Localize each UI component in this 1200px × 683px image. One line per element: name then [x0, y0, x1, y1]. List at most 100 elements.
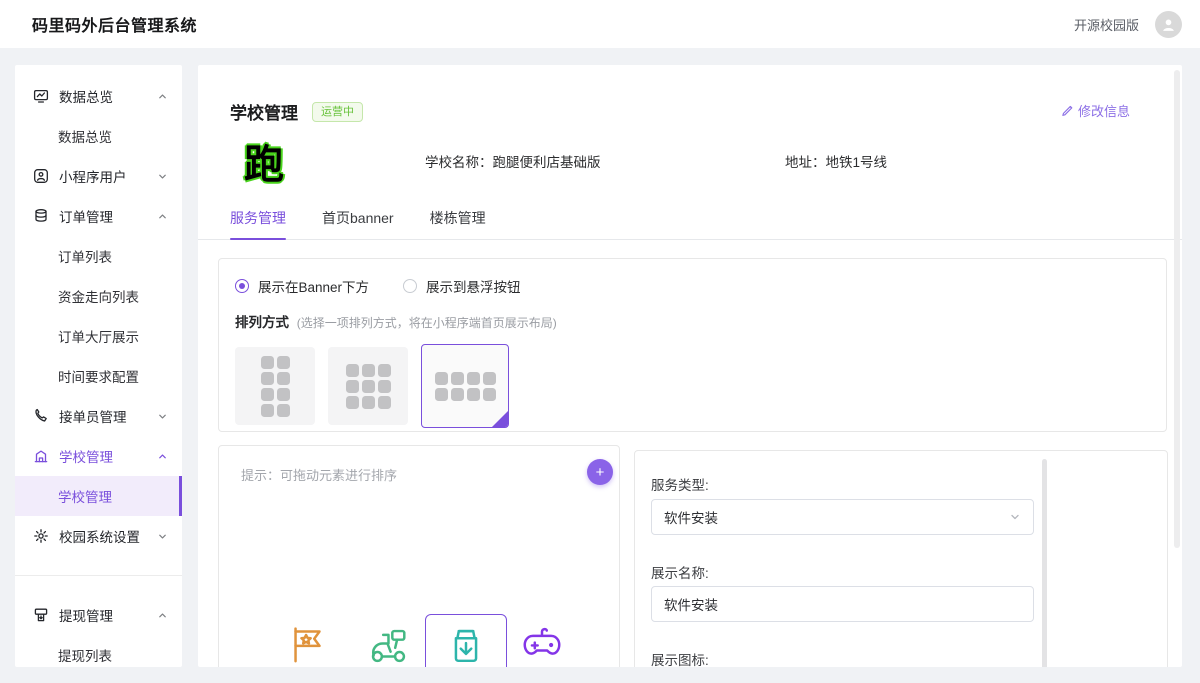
avatar[interactable] [1155, 11, 1182, 38]
grid-cell [277, 388, 290, 401]
grid-cell [261, 356, 274, 369]
layout-grid-preview [346, 364, 391, 409]
miniprogram-user-icon [33, 168, 49, 184]
sidebar-item-2[interactable]: 订单管理 [15, 196, 182, 236]
chevron-down-icon [157, 171, 168, 182]
grid-cell [483, 372, 496, 385]
sidebar-item-label: 提现管理 [59, 605, 157, 625]
sidebar-item-4[interactable]: 学校管理 [15, 436, 182, 476]
chevron-up-icon [157, 610, 168, 621]
sidebar-item-0[interactable]: 数据总览 [15, 76, 182, 116]
layout-option-2x4[interactable] [235, 347, 315, 425]
user-icon [1160, 16, 1177, 33]
radio-option-1[interactable]: 展示到悬浮按钮 [403, 276, 521, 296]
service-icon-selected-box[interactable] [425, 614, 507, 667]
display-name-input[interactable]: 软件安装 [651, 586, 1034, 622]
chevron-down-icon [157, 531, 168, 542]
layout-grid-preview [261, 356, 290, 417]
grid-cell [378, 396, 391, 409]
chevron-down-icon [1009, 511, 1021, 523]
sidebar-item-label: 数据总览 [59, 86, 157, 106]
withdraw-icon [33, 607, 49, 623]
edit-icon [1061, 104, 1074, 117]
display-name-label: 展示名称: [651, 562, 709, 582]
sidebar-item-7[interactable]: 提现管理 [15, 595, 182, 635]
grid-cell [467, 372, 480, 385]
app-title: 码里码外后台管理系统 [32, 12, 197, 36]
grid-cell [378, 380, 391, 393]
radio-dot [403, 279, 417, 293]
sidebar-item-1[interactable]: 小程序用户 [15, 156, 182, 196]
card-scrollbar[interactable] [1174, 70, 1180, 548]
scooter-icon[interactable] [365, 621, 411, 667]
display-option-box: 展示在Banner下方 展示到悬浮按钮 排列方式 (选择一项排列方式，将在小程序端… [218, 258, 1167, 432]
sidebar-item-5[interactable]: 校园系统设置 [15, 516, 182, 556]
chevron-up-icon [157, 91, 168, 102]
grid-cell [277, 356, 290, 369]
sort-panel: 提示：可拖动元素进行排序 + [218, 445, 620, 667]
status-badge: 运营中 [312, 102, 363, 122]
layout-option-4x2[interactable] [421, 344, 509, 428]
sidebar-subitem[interactable]: 数据总览 [15, 116, 182, 156]
form-scrollbar[interactable] [1042, 459, 1047, 667]
radio-label: 展示到悬浮按钮 [426, 276, 521, 296]
page-title: 学校管理 [230, 99, 298, 124]
sidebar-item-3[interactable]: 接单员管理 [15, 396, 182, 436]
order-icon [33, 208, 49, 224]
grid-cell [435, 388, 448, 401]
add-service-button[interactable]: + [587, 459, 613, 485]
grid-cell [362, 380, 375, 393]
tab-0[interactable]: 服务管理 [230, 208, 286, 239]
tab-bar: 服务管理 首页banner 楼栋管理 [198, 208, 1182, 240]
grid-cell [362, 396, 375, 409]
grid-cell [483, 388, 496, 401]
service-type-select[interactable]: 软件安装 [651, 499, 1034, 535]
school-logo: 跑 [240, 137, 288, 185]
arrange-hint: (选择一项排列方式，将在小程序端首页展示布局) [297, 316, 557, 330]
settings-icon [33, 528, 49, 544]
install-icon [443, 622, 489, 667]
sidebar-subitem[interactable]: 提现列表 [15, 635, 182, 667]
radio-dot [235, 279, 249, 293]
grid-cell [467, 388, 480, 401]
grid-cell [346, 364, 359, 377]
courier-icon [33, 408, 49, 424]
grid-cell [362, 364, 375, 377]
sidebar-subitem[interactable]: 订单大厅展示 [15, 316, 182, 356]
chevron-down-icon [157, 411, 168, 422]
sidebar-subitem[interactable]: 学校管理 [15, 476, 182, 516]
chevron-up-icon [157, 451, 168, 462]
sidebar-subitem[interactable]: 资金走向列表 [15, 276, 182, 316]
data-overview-icon [33, 88, 49, 104]
tab-1[interactable]: 首页banner [322, 208, 394, 239]
school-icon [33, 448, 49, 464]
edit-info-link[interactable]: 修改信息 [1061, 101, 1130, 120]
grid-cell [261, 372, 274, 385]
chevron-up-icon [157, 211, 168, 222]
topbar: 码里码外后台管理系统 开源校园版 [0, 0, 1200, 48]
sidebar-item-label: 接单员管理 [59, 406, 157, 426]
grid-cell [378, 364, 391, 377]
sidebar: 数据总览数据总览小程序用户订单管理订单列表资金走向列表订单大厅展示时间要求配置接… [15, 65, 182, 667]
grid-cell [277, 404, 290, 417]
sidebar-item-label: 订单管理 [59, 206, 157, 226]
layout-option-3x3[interactable] [328, 347, 408, 425]
flag-icon[interactable] [285, 621, 331, 667]
school-name: 学校名称：跑腿便利店基础版 [425, 151, 601, 171]
tab-2[interactable]: 楼栋管理 [430, 208, 486, 239]
sidebar-subitem[interactable]: 订单列表 [15, 236, 182, 276]
school-address: 地址：地铁1号线 [785, 151, 887, 171]
arrange-label: 排列方式 [235, 315, 289, 330]
sort-hint: 提示：可拖动元素进行排序 [241, 465, 397, 484]
grid-cell [451, 388, 464, 401]
sidebar-item-label: 校园系统设置 [59, 526, 157, 546]
sidebar-subitem[interactable]: 时间要求配置 [15, 356, 182, 396]
grid-cell [277, 372, 290, 385]
service-type-label: 服务类型: [651, 474, 709, 494]
grid-cell [346, 396, 359, 409]
sidebar-item-label: 小程序用户 [59, 166, 157, 186]
radio-option-0[interactable]: 展示在Banner下方 [235, 276, 369, 296]
grid-cell [451, 372, 464, 385]
main-card: 学校管理 运营中 修改信息 跑 学校名称：跑腿便利店基础版 地址：地铁1号线 服… [198, 65, 1182, 667]
gamepad-icon[interactable] [519, 621, 565, 667]
